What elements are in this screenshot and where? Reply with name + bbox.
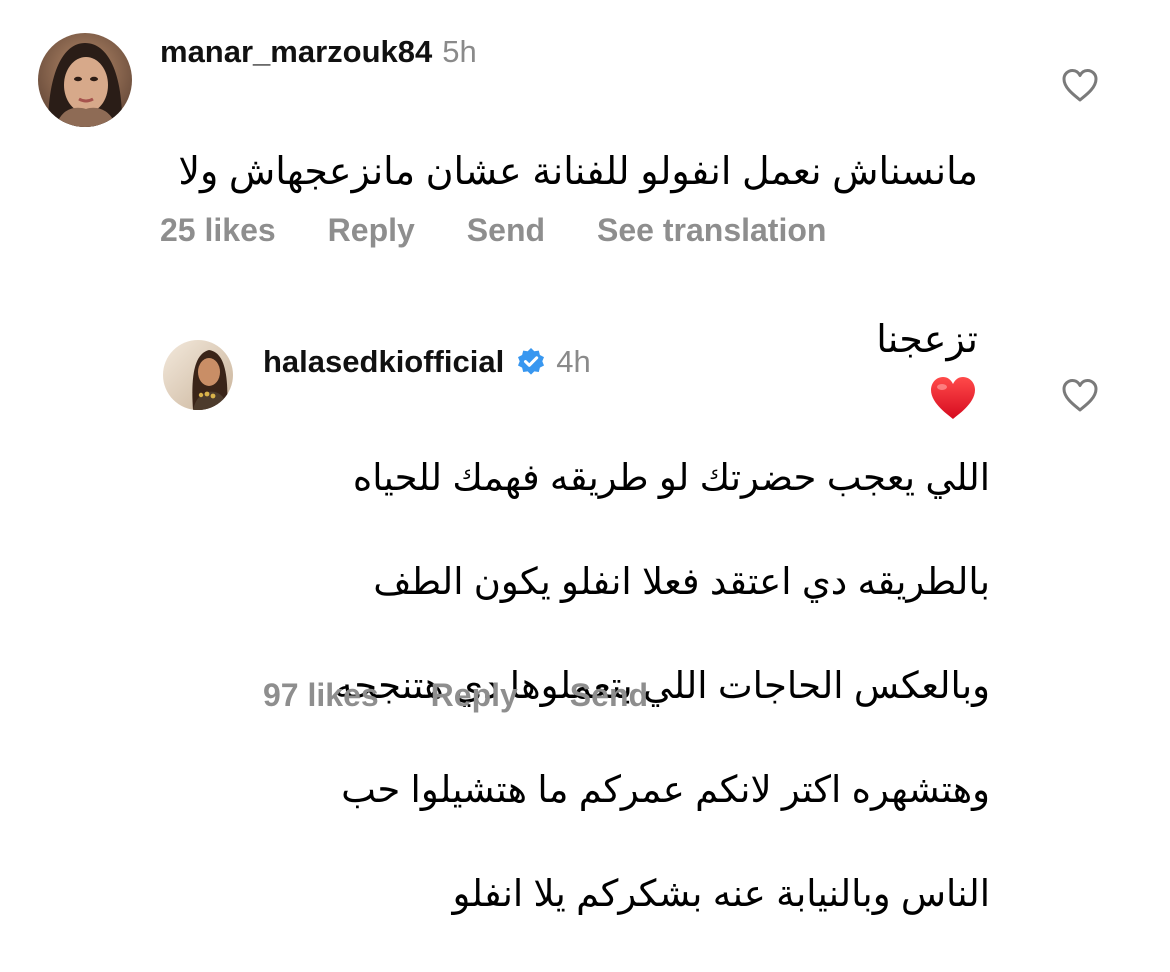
comment-header: halasedkiofficial 4h xyxy=(263,340,591,384)
verified-badge-icon xyxy=(518,348,545,375)
avatar-image xyxy=(38,33,132,127)
likes-count[interactable]: 97 likes xyxy=(263,677,379,714)
comment-text-line: مانسناش نعمل انفولو للفنانة عشان مانزعجه… xyxy=(178,151,978,193)
avatar-image xyxy=(163,340,233,410)
heart-outline-icon xyxy=(1062,379,1098,412)
comment-2: halasedkiofficial 4h اللي يعجب حضرتك لو … xyxy=(0,300,1170,914)
heart-outline-icon xyxy=(1062,69,1098,102)
username[interactable]: halasedkiofficial xyxy=(263,344,504,380)
timestamp: 4h xyxy=(556,344,591,379)
username[interactable]: manar_marzouk84 xyxy=(160,34,432,70)
like-button[interactable] xyxy=(1060,376,1100,416)
likes-count[interactable]: 25 likes xyxy=(160,212,276,249)
avatar[interactable] xyxy=(38,33,132,127)
see-translation-button[interactable]: See translation xyxy=(597,212,826,249)
reply-button[interactable]: Reply xyxy=(431,677,518,714)
comment-actions: 97 likes Reply Send xyxy=(263,677,700,714)
comment-header: manar_marzouk84 5h xyxy=(160,30,477,74)
comment-1: manar_marzouk84 5h مانسناش نعمل انفولو ل… xyxy=(0,0,1170,419)
comment-text-line: وهتشهره اكتر لانكم عمركم ما هتشيلوا حب xyxy=(341,769,990,810)
comment-actions: 25 likes Reply Send See translation xyxy=(160,212,878,249)
comment-text-line: الناس وبالنيابة عنه بشكركم يلا انفلو xyxy=(452,873,990,914)
timestamp: 5h xyxy=(442,34,477,69)
like-button[interactable] xyxy=(1060,66,1100,106)
send-button[interactable]: Send xyxy=(467,212,545,249)
avatar[interactable] xyxy=(163,340,233,410)
comment-text-line: بالطريقه دي اعتقد فعلا انفلو يكون الطف xyxy=(373,561,990,602)
reply-button[interactable]: Reply xyxy=(328,212,415,249)
send-button[interactable]: Send xyxy=(570,677,648,714)
comment-text-line: اللي يعجب حضرتك لو طريقه فهمك للحياه xyxy=(352,457,990,498)
